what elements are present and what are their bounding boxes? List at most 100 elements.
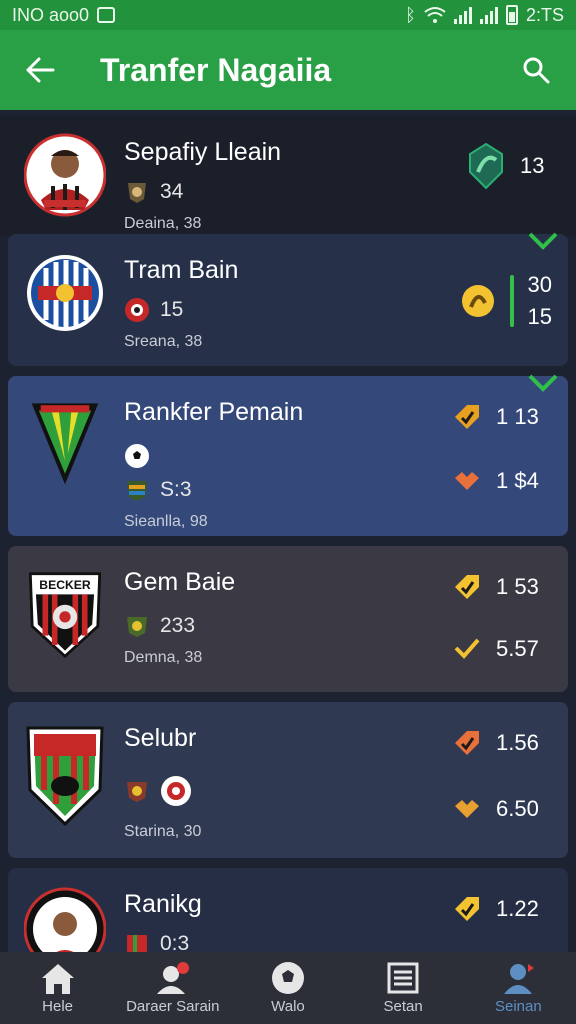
item-stats: 1.22 bbox=[422, 868, 552, 924]
item-info: Rankfer Pemain S:3 Sieanlla, 98 bbox=[124, 376, 422, 531]
club-badge: BECKER bbox=[28, 572, 102, 659]
stat-value: 15 bbox=[527, 304, 552, 329]
item-meta-row: 15 bbox=[124, 297, 422, 323]
status-bar: INO aoo0 ᛒ 2:TS bbox=[0, 0, 576, 30]
nav-home[interactable]: Hele bbox=[0, 960, 115, 1015]
nav-label: Seinan bbox=[494, 998, 542, 1015]
stat-value: 6.50 bbox=[496, 796, 539, 821]
status-left-text: INO aoo0 bbox=[12, 4, 90, 25]
check-icon bbox=[528, 232, 558, 250]
check-icon bbox=[454, 638, 480, 659]
list-item[interactable]: Tram Bain 15 Sreana, 38 30 15 bbox=[8, 232, 568, 366]
player-avatar bbox=[24, 133, 106, 217]
home-icon bbox=[41, 964, 74, 994]
stat-row: 1 53 bbox=[422, 572, 552, 602]
stat-value: 5.57 bbox=[496, 636, 539, 661]
item-stats: 13 bbox=[430, 116, 560, 190]
club-badge bbox=[27, 255, 103, 331]
club-badge bbox=[31, 403, 99, 485]
item-stats: 1 13 1 $4 bbox=[422, 376, 552, 496]
trophy-icon bbox=[461, 285, 494, 317]
tag-icon bbox=[455, 897, 479, 921]
item-meta-row: S:3 bbox=[124, 477, 422, 503]
club-crest-icon bbox=[128, 183, 146, 203]
nav-label: Hele bbox=[42, 998, 74, 1015]
item-name: Tram Bain bbox=[124, 256, 239, 284]
item-meta: 34 bbox=[160, 180, 184, 203]
stat-row: 1 13 bbox=[422, 402, 552, 432]
stat-row: 5.57 bbox=[422, 634, 552, 664]
user-alert-icon bbox=[156, 962, 189, 994]
tag-icon bbox=[455, 575, 479, 599]
stat-row: 6.50 bbox=[422, 794, 552, 824]
stat-value: 1 13 bbox=[496, 404, 539, 429]
item-name: Ranikg bbox=[124, 890, 202, 918]
item-meta: 233 bbox=[160, 614, 196, 637]
list-item[interactable]: BECKER Gem Baie 233 Demna, 38 1 53 5.57 bbox=[8, 546, 568, 692]
stat-row: 1.56 bbox=[422, 728, 552, 758]
item-sub: Sieanlla, 98 bbox=[124, 513, 208, 530]
check-icon bbox=[528, 374, 558, 392]
search-icon bbox=[523, 57, 550, 84]
item-name: Selubr bbox=[124, 724, 197, 752]
club-crest-icon bbox=[127, 617, 147, 637]
list-item[interactable]: Selubr Starina, 30 1.56 6.50 bbox=[8, 702, 568, 858]
nav-list[interactable]: Setan bbox=[346, 960, 461, 1015]
club-crest-icon bbox=[127, 481, 147, 501]
status-right: ᛒ 2:TS bbox=[405, 5, 564, 26]
list-item[interactable]: Ranikg 0:3 1.22 bbox=[8, 868, 568, 952]
nav-profile[interactable]: Seinan bbox=[461, 960, 576, 1015]
arrow-left-icon bbox=[26, 57, 55, 83]
handshake-icon bbox=[455, 472, 479, 490]
club-crest-icon bbox=[127, 935, 147, 952]
stat-value: 1.56 bbox=[496, 730, 539, 755]
item-info: Sepafiy Lleain 34 Deaina, 38 bbox=[124, 116, 430, 233]
item-sub: Sreana, 38 bbox=[124, 333, 203, 350]
bottom-nav: Hele Daraer Sarain Walo Setan Seinan bbox=[0, 952, 576, 1024]
app-bar: Tranfer Nagaiia bbox=[0, 30, 576, 110]
item-meta-row bbox=[124, 775, 422, 807]
stat-value: 1 $4 bbox=[496, 468, 539, 493]
stat-row: 13 bbox=[430, 142, 560, 190]
bluetooth-icon: ᛒ bbox=[405, 4, 416, 25]
list-icon bbox=[387, 962, 419, 994]
item-sub: Deaina, 38 bbox=[124, 215, 202, 232]
item-meta: 15 bbox=[160, 298, 184, 321]
item-name: Gem Baie bbox=[124, 568, 236, 596]
signal-icon-2 bbox=[479, 6, 498, 24]
profile-icon bbox=[504, 964, 535, 994]
nav-label: Walo bbox=[271, 998, 305, 1015]
progress-bar bbox=[509, 275, 514, 327]
stat-value: 1.22 bbox=[496, 896, 539, 921]
page-title: Tranfer Nagaiia bbox=[100, 51, 332, 88]
search-button[interactable] bbox=[516, 50, 556, 90]
stat-row: 1 $4 bbox=[422, 466, 552, 496]
shield-icon bbox=[469, 142, 503, 190]
transfer-list[interactable]: Sepafiy Lleain 34 Deaina, 38 13 Tram Bai… bbox=[0, 110, 576, 952]
status-left: INO aoo0 bbox=[12, 4, 116, 26]
item-meta: 0:3 bbox=[160, 932, 190, 952]
handshake-icon bbox=[455, 800, 479, 818]
club-crest-icon bbox=[125, 298, 149, 322]
list-item[interactable]: Sepafiy Lleain 34 Deaina, 38 13 bbox=[0, 116, 576, 236]
item-stats: 1 53 5.57 bbox=[422, 546, 552, 664]
item-meta-row: 0:3 bbox=[124, 931, 422, 952]
stat-value: 1 53 bbox=[496, 574, 539, 599]
back-button[interactable] bbox=[20, 50, 60, 90]
list-item[interactable]: Rankfer Pemain S:3 Sieanlla, 98 1 13 1 $… bbox=[8, 374, 568, 536]
football-icon bbox=[271, 962, 304, 994]
signal-icon bbox=[453, 6, 472, 24]
club-crest-icon bbox=[161, 776, 191, 806]
nav-label: Daraer Sarain bbox=[126, 998, 220, 1015]
stat-value: 30 bbox=[527, 272, 552, 297]
stat-values: 30 15 bbox=[528, 272, 552, 330]
nav-match[interactable]: Walo bbox=[230, 960, 345, 1015]
player-avatar bbox=[24, 887, 106, 952]
item-info: Selubr Starina, 30 bbox=[124, 702, 422, 841]
tag-icon bbox=[455, 731, 479, 755]
nav-transfer[interactable]: Daraer Sarain bbox=[115, 960, 230, 1015]
stat-value: 13 bbox=[520, 153, 545, 178]
wifi-icon bbox=[424, 7, 446, 23]
tag-icon bbox=[455, 405, 479, 429]
item-info: Ranikg 0:3 bbox=[124, 868, 422, 952]
